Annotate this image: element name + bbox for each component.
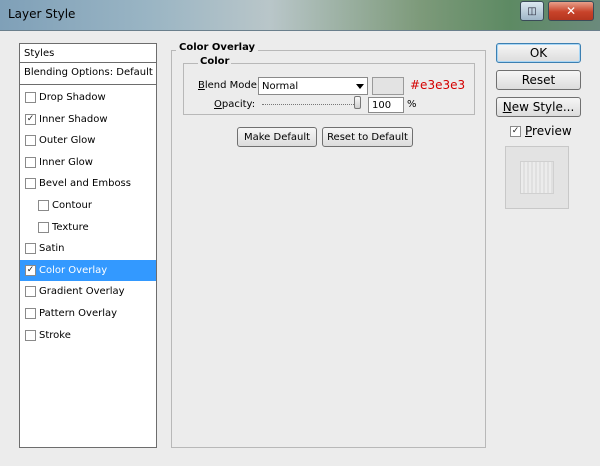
style-checkbox[interactable]: ✓ bbox=[25, 113, 36, 125]
style-item-outer-glow[interactable]: Outer Glow bbox=[20, 130, 156, 151]
style-checkbox[interactable] bbox=[38, 221, 49, 233]
style-item-contour[interactable]: Contour bbox=[20, 195, 156, 216]
preview-toggle[interactable]: ✓ Preview bbox=[510, 124, 572, 138]
section-title: Color Overlay bbox=[176, 42, 259, 53]
style-checkbox[interactable] bbox=[38, 200, 49, 211]
style-item-label: Stroke bbox=[39, 329, 71, 341]
new-style-button[interactable]: New Style... bbox=[496, 97, 581, 117]
style-item-label: Bevel and Emboss bbox=[39, 178, 131, 190]
blending-options-item[interactable]: Blending Options: Default bbox=[20, 63, 156, 85]
make-default-button[interactable]: Make Default bbox=[237, 127, 317, 147]
style-item-label: Inner Glow bbox=[39, 156, 93, 168]
styles-panel: Styles Blending Options: Default Drop Sh… bbox=[19, 43, 157, 448]
style-item-inner-shadow[interactable]: ✓ Inner Shadow bbox=[20, 109, 156, 130]
ok-button[interactable]: OK bbox=[496, 43, 581, 63]
style-item-color-overlay[interactable]: ✓ Color Overlay bbox=[20, 259, 156, 281]
opacity-slider-thumb[interactable] bbox=[354, 96, 361, 109]
preview-checkbox[interactable]: ✓ bbox=[510, 125, 521, 137]
close-icon: ✕ bbox=[565, 4, 577, 18]
opacity-label: Opacity: bbox=[214, 99, 256, 110]
style-checkbox[interactable] bbox=[25, 243, 36, 255]
style-item-label: Color Overlay bbox=[39, 264, 108, 276]
styles-header[interactable]: Styles bbox=[20, 44, 156, 63]
reset-button[interactable]: Reset bbox=[496, 70, 581, 90]
style-item-label: Contour bbox=[52, 200, 92, 211]
chevron-down-icon bbox=[356, 84, 364, 89]
reset-to-default-button[interactable]: Reset to Default bbox=[322, 127, 413, 147]
color-swatch[interactable] bbox=[372, 77, 404, 95]
preview-swatch bbox=[520, 161, 554, 194]
style-item-label: Gradient Overlay bbox=[39, 286, 125, 298]
style-preview-thumbnail bbox=[505, 146, 569, 209]
help-icon: ◫ bbox=[527, 5, 537, 17]
opacity-unit: % bbox=[407, 99, 417, 110]
style-item-inner-glow[interactable]: Inner Glow bbox=[20, 152, 156, 173]
window-title: Layer Style bbox=[8, 7, 76, 21]
style-item-label: Satin bbox=[39, 243, 65, 255]
style-item-bevel-and-emboss[interactable]: Bevel and Emboss bbox=[20, 173, 156, 194]
style-item-texture[interactable]: Texture bbox=[20, 217, 156, 238]
blend-mode-value: Normal bbox=[262, 81, 299, 92]
help-button[interactable]: ◫ bbox=[520, 1, 544, 21]
color-group-title: Color bbox=[198, 56, 232, 67]
title-bar: Layer Style ◫ ✕ bbox=[0, 0, 600, 31]
opacity-input[interactable]: 100 bbox=[368, 97, 404, 113]
style-checkbox[interactable] bbox=[25, 178, 36, 190]
opacity-slider-track[interactable] bbox=[262, 104, 360, 105]
style-checkbox[interactable] bbox=[25, 308, 36, 319]
color-hex-label: #e3e3e3 bbox=[410, 78, 466, 92]
style-item-drop-shadow[interactable]: Drop Shadow bbox=[20, 87, 156, 108]
style-item-satin[interactable]: Satin bbox=[20, 238, 156, 259]
style-item-label: Outer Glow bbox=[39, 135, 96, 147]
style-item-pattern-overlay[interactable]: Pattern Overlay bbox=[20, 303, 156, 324]
style-item-gradient-overlay[interactable]: Gradient Overlay bbox=[20, 281, 156, 302]
style-item-stroke[interactable]: Stroke bbox=[20, 325, 156, 346]
style-checkbox[interactable]: ✓ bbox=[25, 264, 36, 276]
preview-label: Preview bbox=[525, 124, 572, 138]
style-item-label: Texture bbox=[52, 221, 89, 233]
close-button[interactable]: ✕ bbox=[548, 1, 594, 21]
blend-mode-select[interactable]: Normal bbox=[258, 77, 368, 95]
style-checkbox[interactable] bbox=[25, 92, 36, 103]
style-item-label: Drop Shadow bbox=[39, 92, 106, 103]
style-checkbox[interactable] bbox=[25, 329, 36, 341]
style-checkbox[interactable] bbox=[25, 286, 36, 298]
style-checkbox[interactable] bbox=[25, 135, 36, 147]
style-item-label: Inner Shadow bbox=[39, 113, 108, 125]
style-checkbox[interactable] bbox=[25, 156, 36, 168]
blend-mode-label: Blend Mode: bbox=[198, 80, 261, 91]
style-item-label: Pattern Overlay bbox=[39, 308, 118, 319]
